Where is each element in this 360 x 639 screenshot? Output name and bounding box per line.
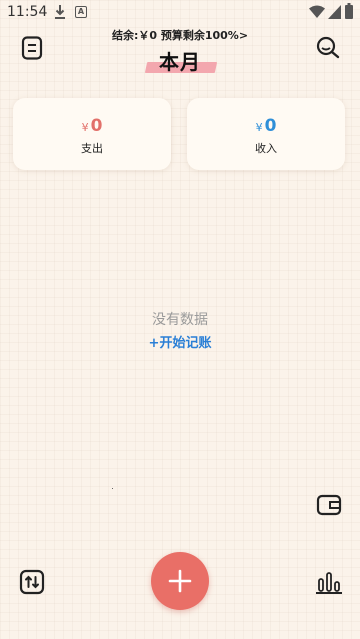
wallet-icon [316, 494, 342, 516]
status-time: 11:54 [7, 4, 48, 20]
income-currency: ¥ [255, 121, 263, 134]
month-selector[interactable]: 本月 [0, 46, 360, 75]
a-icon: A [75, 6, 87, 18]
wallet-button[interactable] [316, 494, 342, 516]
chart-button[interactable] [315, 569, 343, 595]
battery-icon [345, 3, 353, 19]
chart-icon [316, 572, 342, 594]
budget-balance-link[interactable]: 结余:￥0 预算剩余100%> [0, 27, 360, 43]
income-value: 0 [264, 116, 277, 136]
income-card[interactable]: ¥0 收入 [187, 98, 345, 170]
stray-dot [112, 488, 113, 489]
signal-icon [328, 5, 341, 19]
income-label: 收入 [255, 142, 277, 155]
sort-icon [19, 569, 45, 595]
expense-card[interactable]: ¥0 支出 [13, 98, 171, 170]
sort-button[interactable] [19, 569, 45, 595]
income-amount: ¥0 [187, 116, 345, 136]
expense-value: 0 [90, 116, 103, 136]
wifi-icon [309, 5, 325, 18]
expense-amount: ¥0 [13, 116, 171, 136]
expense-label: 支出 [81, 142, 103, 155]
month-title: 本月 [159, 50, 201, 74]
expense-currency: ¥ [81, 121, 89, 134]
add-icon [168, 569, 192, 593]
add-record-button[interactable] [151, 552, 209, 610]
download-icon [55, 5, 65, 19]
start-accounting-link[interactable]: +开始记账 [0, 332, 360, 351]
empty-state-message: 没有数据 [152, 312, 208, 328]
status-bar: 11:54 A [0, 0, 360, 26]
